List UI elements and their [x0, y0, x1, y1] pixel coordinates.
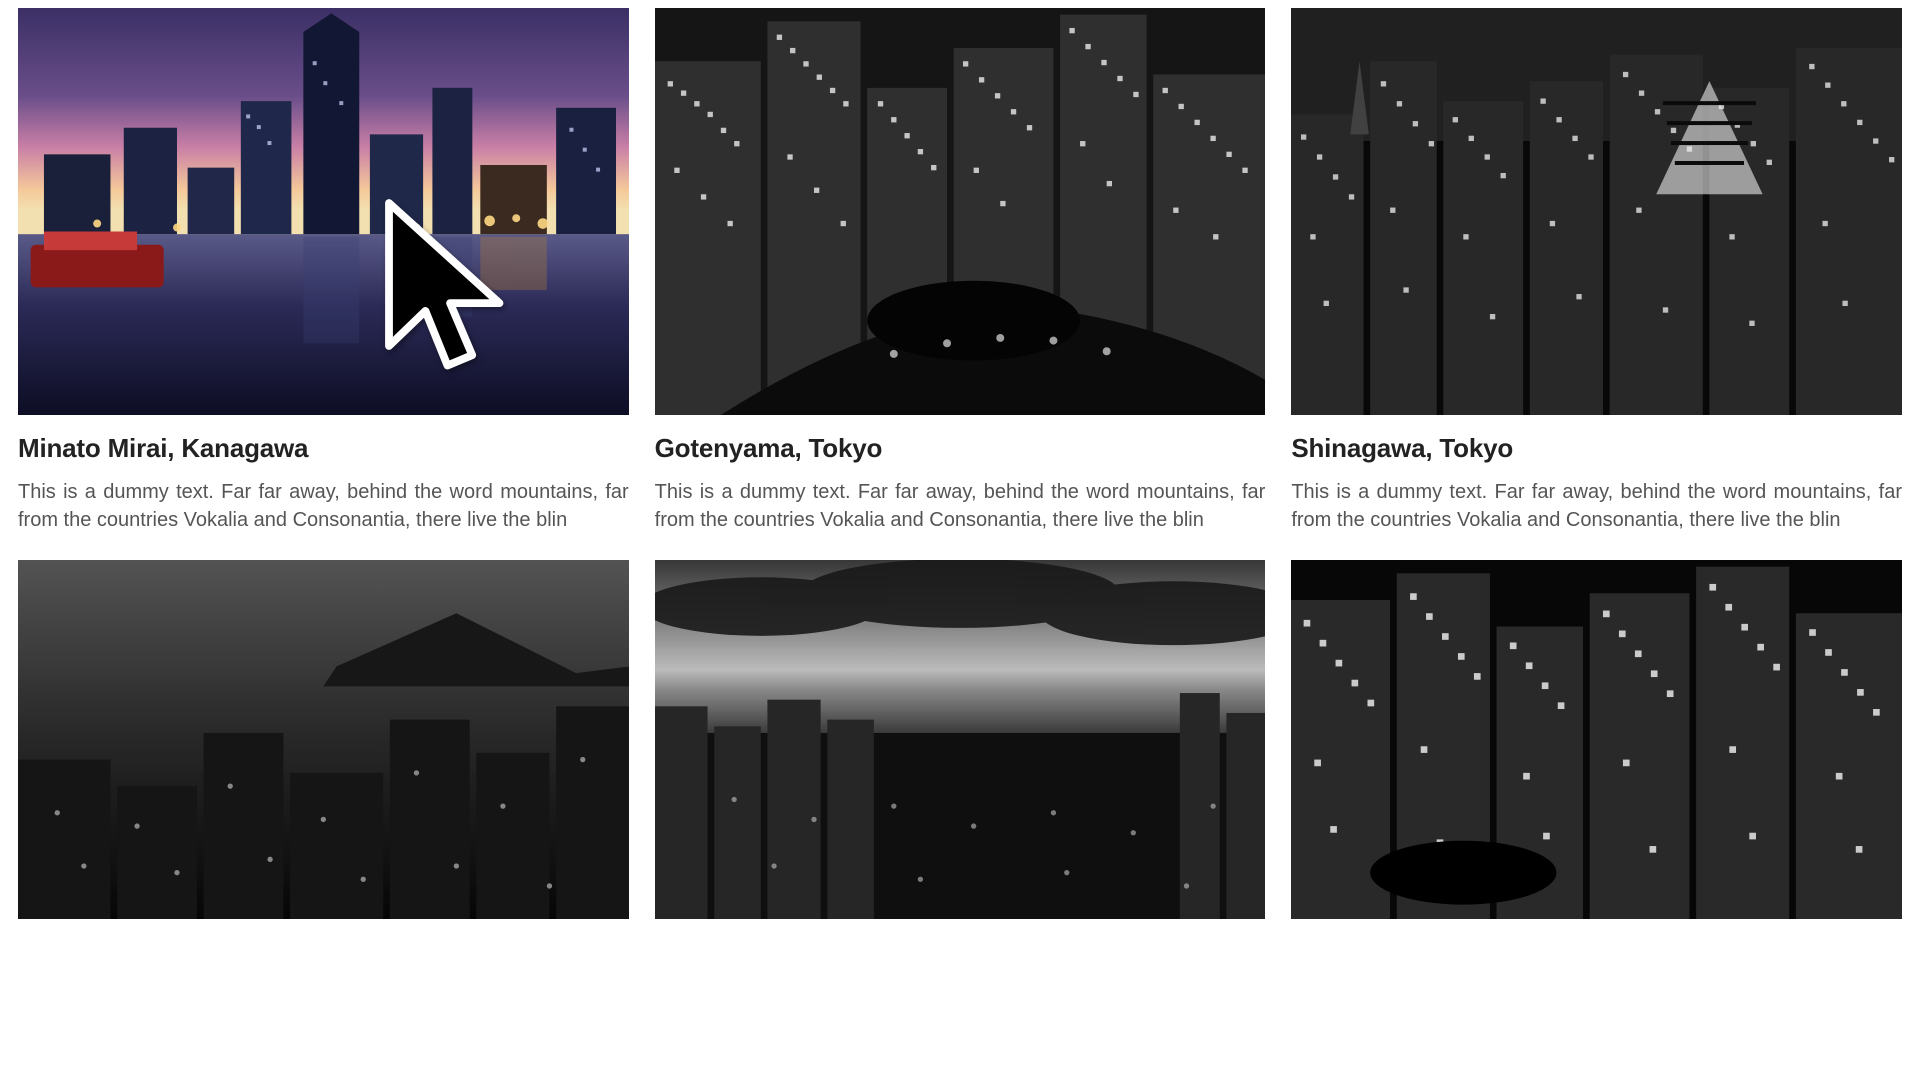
- gallery-card-description: This is a dummy text. Far far away, behi…: [1291, 478, 1902, 534]
- gallery-thumbnail-1[interactable]: [655, 8, 1266, 415]
- gallery-card-title: Shinagawa, Tokyo: [1291, 433, 1902, 464]
- gallery-thumbnail-3[interactable]: [18, 560, 629, 919]
- gallery-card-title: Minato Mirai, Kanagawa: [18, 433, 629, 464]
- gallery-thumbnail-5[interactable]: [1291, 560, 1902, 919]
- gallery-grid: Minato Mirai, Kanagawa This is a dummy t…: [18, 8, 1902, 919]
- gallery-card-1[interactable]: Gotenyama, Tokyo This is a dummy text. F…: [655, 8, 1266, 534]
- gallery-card-5[interactable]: [1291, 560, 1902, 919]
- gallery-card-3[interactable]: [18, 560, 629, 919]
- gallery-card-description: This is a dummy text. Far far away, behi…: [655, 478, 1266, 534]
- gallery-thumbnail-4[interactable]: [655, 560, 1266, 919]
- gallery-card-description: This is a dummy text. Far far away, behi…: [18, 478, 629, 534]
- gallery-thumbnail-0[interactable]: [18, 8, 629, 415]
- gallery-thumbnail-2[interactable]: [1291, 8, 1902, 415]
- gallery-card-title: Gotenyama, Tokyo: [655, 433, 1266, 464]
- gallery-card-2[interactable]: Shinagawa, Tokyo This is a dummy text. F…: [1291, 8, 1902, 534]
- gallery-card-4[interactable]: [655, 560, 1266, 919]
- gallery-card-0[interactable]: Minato Mirai, Kanagawa This is a dummy t…: [18, 8, 629, 534]
